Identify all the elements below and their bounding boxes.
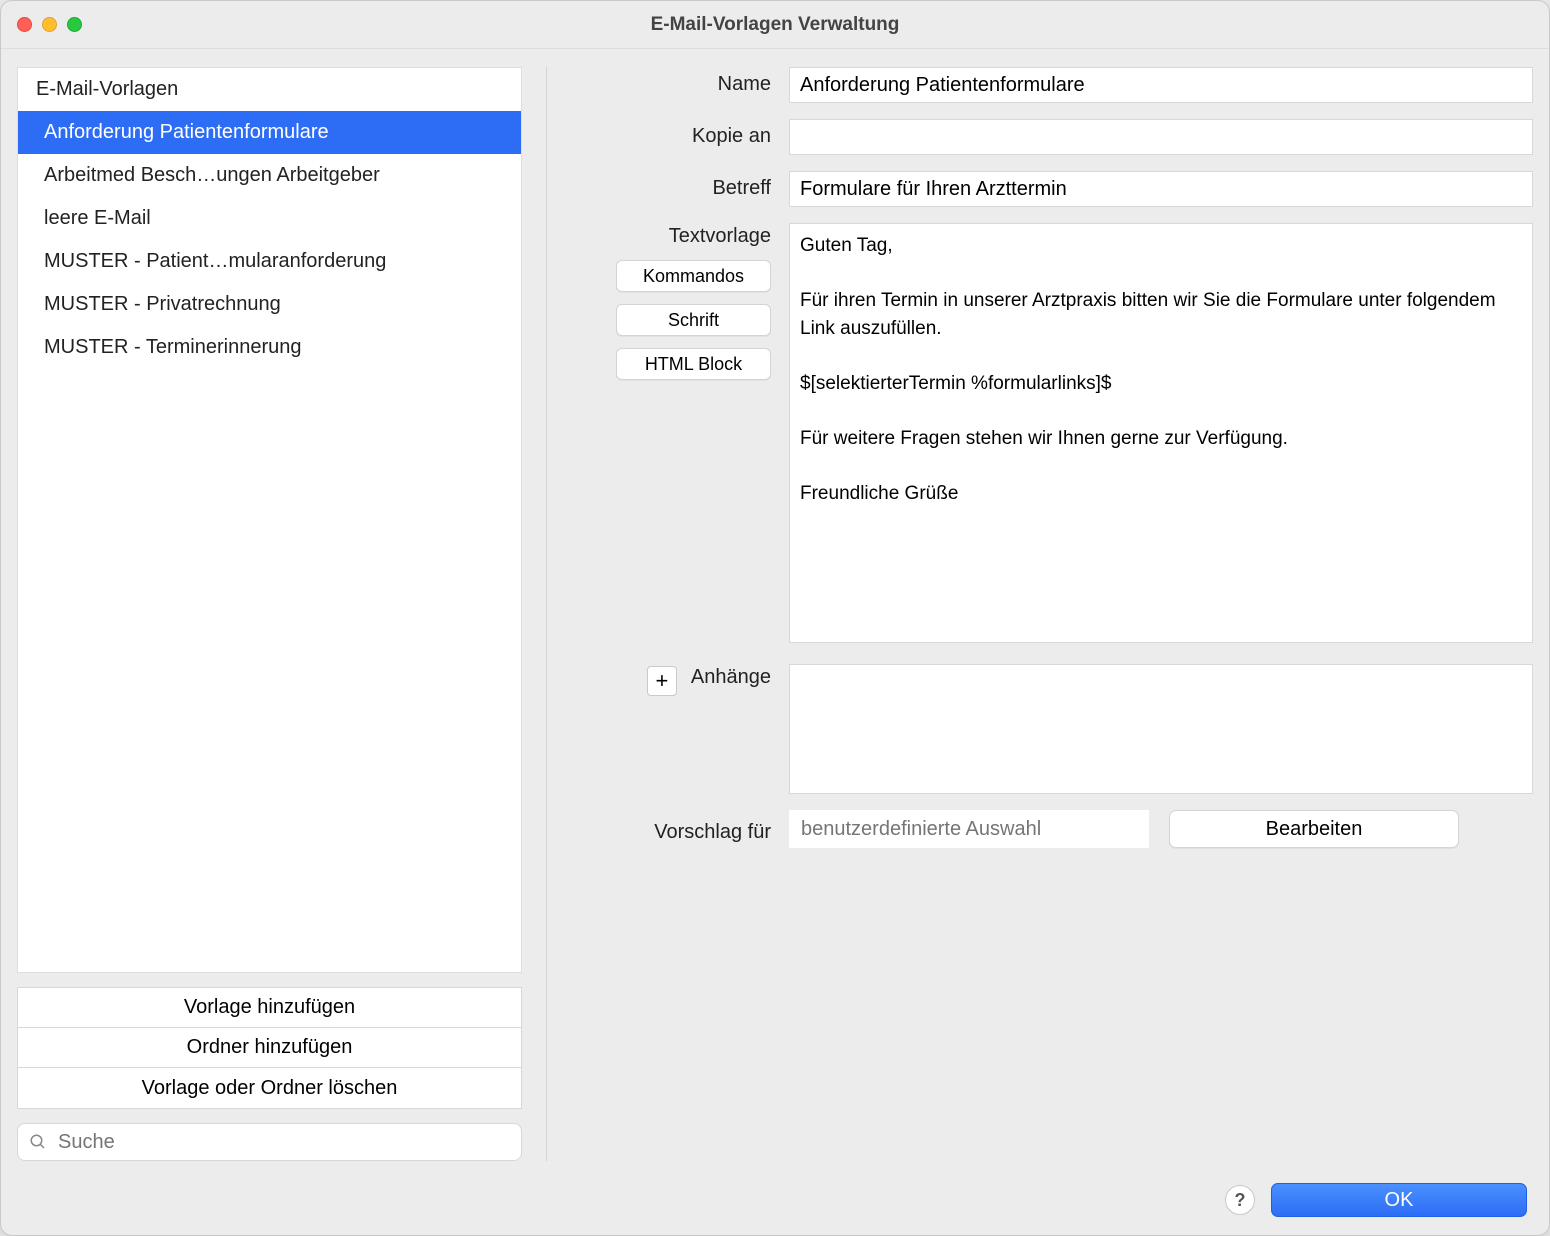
content: E-Mail-Vorlagen Anforderung Patientenfor… bbox=[1, 49, 1549, 1173]
help-button[interactable]: ? bbox=[1225, 1185, 1255, 1215]
template-item[interactable]: leere E-Mail bbox=[18, 197, 521, 240]
search-input[interactable] bbox=[17, 1123, 522, 1161]
name-field[interactable] bbox=[789, 67, 1533, 103]
label-name: Name bbox=[589, 67, 789, 96]
footer: ? OK bbox=[1, 1173, 1549, 1235]
label-attachments: Anhänge bbox=[691, 666, 771, 689]
titlebar: E-Mail-Vorlagen Verwaltung bbox=[1, 1, 1549, 49]
right-pane: Name Kopie an Betreff bbox=[565, 67, 1533, 1161]
sidebar-buttons: Vorlage hinzufügen Ordner hinzufügen Vor… bbox=[17, 987, 522, 1109]
template-item[interactable]: Anforderung Patientenformulare bbox=[18, 111, 521, 154]
ok-button[interactable]: OK bbox=[1271, 1183, 1527, 1217]
label-body: Textvorlage bbox=[669, 225, 771, 248]
font-button[interactable]: Schrift bbox=[616, 304, 771, 336]
edit-suggestion-button[interactable]: Bearbeiten bbox=[1169, 810, 1459, 848]
label-subject: Betreff bbox=[589, 171, 789, 200]
template-tree[interactable]: E-Mail-Vorlagen Anforderung Patientenfor… bbox=[17, 67, 522, 973]
template-item[interactable]: MUSTER - Terminerinnerung bbox=[18, 326, 521, 369]
subject-field[interactable] bbox=[789, 171, 1533, 207]
delete-button[interactable]: Vorlage oder Ordner löschen bbox=[18, 1068, 521, 1108]
cc-field[interactable] bbox=[789, 119, 1533, 155]
template-item[interactable]: MUSTER - Privatrechnung bbox=[18, 283, 521, 326]
search-icon bbox=[29, 1133, 47, 1151]
suggestion-input[interactable] bbox=[789, 810, 1149, 848]
template-item[interactable]: MUSTER - Patient…mularanforderung bbox=[18, 240, 521, 283]
add-attachment-button[interactable]: + bbox=[647, 666, 677, 696]
window-title: E-Mail-Vorlagen Verwaltung bbox=[1, 14, 1549, 36]
commands-button[interactable]: Kommandos bbox=[616, 260, 771, 292]
add-template-button[interactable]: Vorlage hinzufügen bbox=[18, 988, 521, 1028]
left-pane: E-Mail-Vorlagen Anforderung Patientenfor… bbox=[17, 67, 547, 1161]
label-cc: Kopie an bbox=[589, 119, 789, 148]
html-block-button[interactable]: HTML Block bbox=[616, 348, 771, 380]
label-suggestion: Vorschlag für bbox=[589, 815, 789, 844]
add-folder-button[interactable]: Ordner hinzufügen bbox=[18, 1028, 521, 1068]
tree-header: E-Mail-Vorlagen bbox=[18, 68, 521, 111]
search-wrap bbox=[17, 1123, 522, 1161]
body-textarea[interactable] bbox=[789, 223, 1533, 643]
email-templates-window: E-Mail-Vorlagen Verwaltung E-Mail-Vorlag… bbox=[0, 0, 1550, 1236]
attachments-box[interactable] bbox=[789, 664, 1533, 794]
template-item[interactable]: Arbeitmed Besch…ungen Arbeitgeber bbox=[18, 154, 521, 197]
